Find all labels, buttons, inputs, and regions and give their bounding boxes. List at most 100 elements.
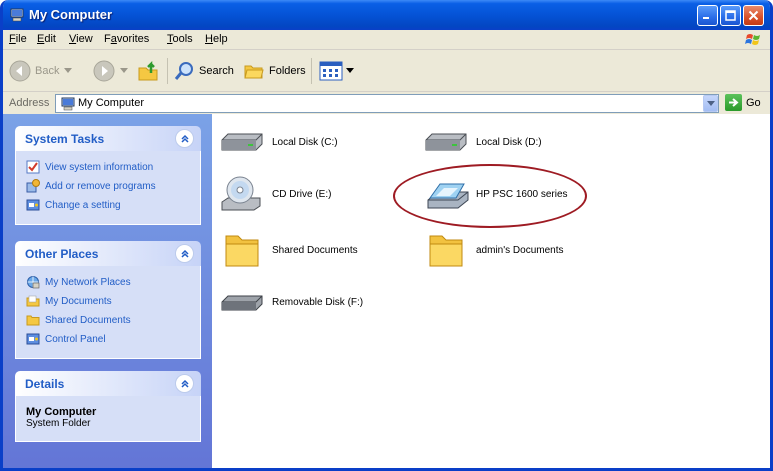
close-icon (748, 10, 759, 21)
collapse-button[interactable] (175, 129, 194, 148)
forward-arrow-icon (93, 60, 115, 82)
item-label: Removable Disk (F:) (272, 296, 364, 308)
address-dropdown-button[interactable] (703, 95, 718, 112)
chevron-up-double-icon (180, 134, 189, 143)
task-view-system-information[interactable]: View system information (16, 159, 200, 175)
task-label: View system information (45, 161, 154, 173)
menu-help-label: elp (212, 33, 228, 45)
removable-disk-icon (221, 295, 263, 311)
up-folder-button[interactable] (137, 59, 161, 83)
menu-edit[interactable]: Edit (37, 33, 56, 45)
menu-tools[interactable]: Tools (167, 33, 193, 45)
hard-disk-icon (221, 133, 263, 151)
back-arrow-icon (9, 60, 31, 82)
menu-file-label: ile (15, 33, 27, 45)
menu-help[interactable]: Help (205, 33, 228, 45)
menu-bar: File Edit View Favorites Tools Help (3, 30, 770, 50)
system-tasks-body: View system information Add or remove pr… (15, 151, 201, 225)
menu-file[interactable]: File (9, 33, 27, 45)
collapse-button[interactable] (175, 244, 194, 263)
menu-view[interactable]: View (69, 33, 93, 45)
search-label: Search (199, 65, 234, 77)
item-label: admin's Documents (476, 244, 564, 256)
task-add-remove-programs[interactable]: Add or remove programs (16, 178, 200, 194)
back-button[interactable]: Back (9, 59, 73, 83)
hard-disk-icon (425, 133, 467, 151)
address-field[interactable]: My Computer (55, 94, 719, 113)
views-button[interactable] (319, 59, 354, 83)
highlight-circle (393, 164, 587, 228)
back-label: Back (35, 65, 60, 77)
close-button[interactable] (743, 5, 764, 26)
title-bar[interactable]: My Computer (3, 0, 770, 30)
system-info-icon (26, 160, 40, 174)
task-label: Add or remove programs (45, 180, 156, 192)
place-my-documents[interactable]: My Documents (16, 293, 200, 309)
task-label: Shared Documents (45, 314, 131, 326)
up-folder-icon (138, 60, 158, 81)
task-label: My Network Places (45, 276, 131, 288)
chevron-down-icon (346, 68, 354, 73)
views-icon (319, 61, 343, 81)
drive-local-disk-c[interactable]: Local Disk (C:) (218, 122, 338, 162)
add-remove-programs-icon (26, 179, 40, 193)
item-label: CD Drive (E:) (272, 188, 332, 200)
other-places-title: Other Places (25, 247, 99, 261)
folder-icon (429, 235, 463, 267)
network-places-icon (27, 276, 40, 289)
folder-icon (225, 235, 259, 267)
system-tasks-header[interactable]: System Tasks (15, 126, 201, 151)
item-label: Local Disk (C:) (272, 136, 338, 148)
drive-cd-e[interactable]: CD Drive (E:) (218, 174, 331, 214)
folder-shared-documents[interactable]: Shared Documents (218, 230, 358, 270)
drive-removable-disk-f[interactable]: Removable Disk (F:) (218, 282, 363, 322)
item-label: Local Disk (D:) (476, 136, 542, 148)
my-computer-icon (10, 8, 24, 22)
task-label: Control Panel (45, 333, 106, 345)
chevron-down-icon (706, 100, 715, 106)
menu-favorites-pre: F (104, 33, 111, 45)
menu-view-label: iew (76, 33, 93, 45)
folder-icon (26, 315, 40, 326)
folders-button[interactable]: Folders (243, 59, 306, 83)
other-places-panel: Other Places My Network Places My Docume… (15, 241, 201, 359)
details-header[interactable]: Details (15, 371, 201, 396)
menu-file-accel: F (9, 33, 16, 45)
search-button[interactable]: Search (173, 59, 234, 83)
toolbar-separator (167, 58, 168, 84)
minimize-icon (703, 17, 709, 19)
go-button[interactable]: Go (725, 94, 761, 111)
menu-favorites[interactable]: Favorites (104, 33, 149, 45)
system-tasks-panel: System Tasks View system information Add… (15, 126, 201, 225)
my-computer-icon (61, 97, 75, 111)
other-places-body: My Network Places My Documents Shared Do… (15, 266, 201, 359)
minimize-button[interactable] (697, 5, 718, 26)
details-item-name: My Computer (26, 406, 97, 418)
details-item-type: System Folder (26, 418, 91, 429)
maximize-icon (725, 10, 736, 21)
windows-logo-icon (745, 34, 760, 45)
place-control-panel[interactable]: Control Panel (16, 331, 200, 347)
task-label: Change a setting (45, 199, 121, 211)
menu-help-accel: H (205, 33, 213, 45)
other-places-header[interactable]: Other Places (15, 241, 201, 266)
maximize-button[interactable] (720, 5, 741, 26)
control-panel-icon (26, 199, 40, 211)
toolbar-separator (311, 58, 312, 84)
chevron-up-double-icon (180, 249, 189, 258)
forward-button[interactable] (93, 59, 128, 83)
collapse-button[interactable] (175, 374, 194, 393)
folder-admins-documents[interactable]: admin's Documents (422, 230, 564, 270)
address-label: Address (9, 97, 50, 109)
menu-tools-label: ools (172, 33, 193, 45)
place-my-network-places[interactable]: My Network Places (16, 274, 200, 290)
place-shared-documents[interactable]: Shared Documents (16, 312, 200, 328)
cd-drive-icon (221, 176, 261, 211)
file-view: Local Disk (C:) Local Disk (D:) CD Drive… (212, 114, 770, 468)
drive-local-disk-d[interactable]: Local Disk (D:) (422, 122, 542, 162)
go-label: Go (746, 96, 761, 109)
menu-favorites-label: vorites (116, 33, 150, 45)
go-arrow-icon (725, 94, 742, 111)
details-body: My Computer System Folder (15, 396, 201, 442)
task-change-a-setting[interactable]: Change a setting (16, 197, 200, 213)
